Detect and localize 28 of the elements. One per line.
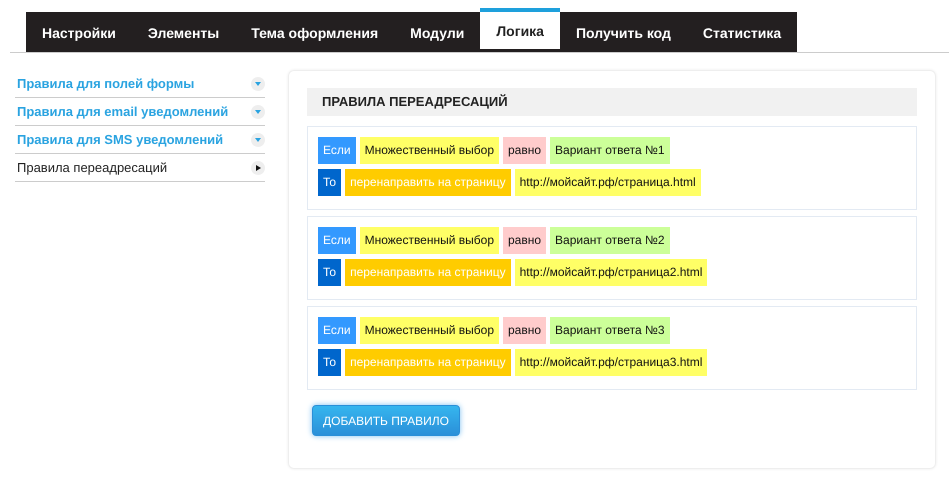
url-tag[interactable]: http://мойсайт.рф/страница2.html [514, 259, 708, 286]
caret-down-icon [251, 76, 265, 90]
sidebar-item[interactable]: Правила переадресаций [15, 154, 265, 182]
tab[interactable]: Модули [394, 12, 480, 52]
tab[interactable]: Логика [480, 8, 560, 49]
then-label[interactable]: То [318, 349, 342, 376]
caret-right-icon [251, 160, 265, 174]
caret-down-icon [251, 104, 265, 118]
section-title: ПРАВИЛА ПЕРЕАДРЕСАЦИЙ [307, 88, 917, 116]
field-tag[interactable]: Множественный выбор [360, 227, 499, 254]
value-tag[interactable]: Вариант ответа №1 [550, 137, 670, 164]
url-tag[interactable]: http://мойсайт.рф/страница.html [514, 169, 701, 196]
tab[interactable]: Статистика [686, 12, 798, 52]
caret-down-icon [251, 132, 265, 146]
value-tag[interactable]: Вариант ответа №2 [550, 227, 670, 254]
value-tag[interactable]: Вариант ответа №3 [550, 317, 670, 344]
field-tag[interactable]: Множественный выбор [360, 137, 499, 164]
then-label[interactable]: То [318, 259, 342, 286]
operator-tag[interactable]: равно [503, 137, 546, 164]
tab[interactable]: Настройки [26, 12, 132, 52]
tab[interactable]: Получить код [560, 12, 687, 52]
tab[interactable]: Тема оформления [235, 12, 394, 52]
field-tag[interactable]: Множественный выбор [360, 317, 499, 344]
url-tag[interactable]: http://мойсайт.рф/страница3.html [514, 349, 708, 376]
tab[interactable]: Элементы [132, 12, 236, 52]
operator-tag[interactable]: равно [503, 317, 546, 344]
operator-tag[interactable]: равно [503, 227, 546, 254]
then-label[interactable]: То [318, 169, 342, 196]
